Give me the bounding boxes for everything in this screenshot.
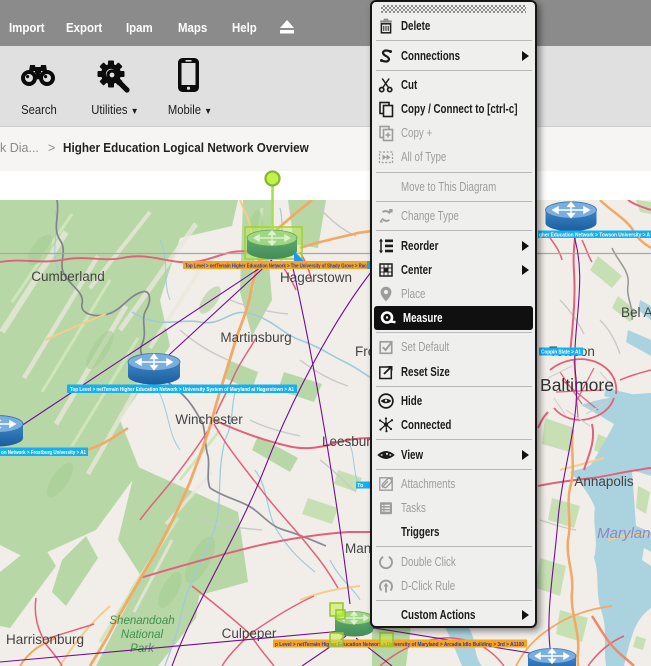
svg-text:Harrisonburg: Harrisonburg xyxy=(6,632,84,647)
svg-text:Hagerstown: Hagerstown xyxy=(280,270,352,285)
svg-text:Coppin State > A1: Coppin State > A1 xyxy=(541,350,581,356)
svg-text:on Network > Frostburg Univers: on Network > Frostburg University > A1 xyxy=(1,450,86,456)
svg-text:Shenandoah: Shenandoah xyxy=(109,615,174,627)
svg-text:p Level > netTerrain Higher Ed: p Level > netTerrain Higher Education Ne… xyxy=(275,642,524,648)
svg-text:National: National xyxy=(121,629,164,641)
svg-text:Top Level > netTerrain Higher: Top Level > netTerrain Higher Education … xyxy=(70,387,294,393)
svg-text:gher Education Network > Towso: gher Education Network > Towson Universi… xyxy=(539,233,650,239)
svg-text:To: To xyxy=(357,483,364,489)
svg-text:Maryland: Maryland xyxy=(597,525,651,542)
svg-text:Culpeper: Culpeper xyxy=(222,626,277,641)
svg-text:Cumberland: Cumberland xyxy=(31,269,105,284)
svg-text:Bel Air: Bel Air xyxy=(621,305,651,320)
svg-text:Annapolis: Annapolis xyxy=(574,474,634,489)
svg-text:Top Level > netTerrain Higher: Top Level > netTerrain Higher Education … xyxy=(185,264,370,270)
svg-text:Winchester: Winchester xyxy=(175,412,243,427)
svg-text:Martinsburg: Martinsburg xyxy=(220,330,291,345)
